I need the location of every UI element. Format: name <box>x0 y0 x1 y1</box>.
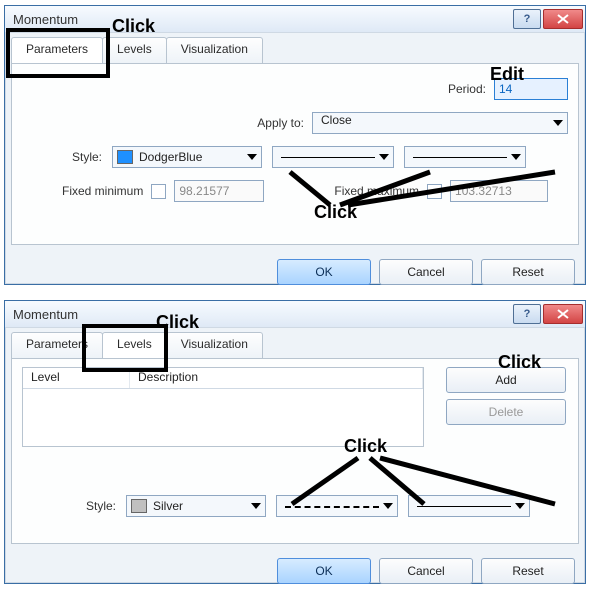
period-label: Period: <box>448 82 486 96</box>
close-button[interactable] <box>543 304 583 324</box>
style-line-dash-select[interactable] <box>276 495 398 517</box>
fixed-min-label: Fixed minimum <box>62 184 143 198</box>
chevron-down-icon <box>515 503 525 509</box>
reset-button[interactable]: Reset <box>481 558 575 584</box>
tab-strip: Parameters Levels Visualization <box>5 33 585 63</box>
line-width-icon <box>413 157 507 158</box>
tab-visualization[interactable]: Visualization <box>166 332 263 358</box>
chevron-down-icon <box>383 503 393 509</box>
fixed-min-input[interactable] <box>174 180 264 202</box>
style-line-dash-select[interactable] <box>272 146 394 168</box>
reset-button[interactable]: Reset <box>481 259 575 285</box>
chevron-down-icon <box>511 154 521 160</box>
line-width-icon <box>417 506 511 507</box>
tab-strip: Parameters Levels Visualization <box>5 328 585 358</box>
dialog-title: Momentum <box>13 12 78 27</box>
titlebar[interactable]: Momentum ? <box>5 6 585 33</box>
tab-parameters[interactable]: Parameters <box>11 332 103 358</box>
style-color-select[interactable]: Silver <box>126 495 266 517</box>
dialog-title: Momentum <box>13 307 78 322</box>
chevron-down-icon <box>553 120 563 126</box>
fixed-min-checkbox[interactable] <box>151 184 166 199</box>
style-label: Style: <box>72 150 102 164</box>
color-swatch-icon <box>131 499 147 513</box>
fixed-max-label: Fixed maximum <box>334 184 419 198</box>
apply-to-label: Apply to: <box>257 116 304 130</box>
chevron-down-icon <box>251 503 261 509</box>
style-color-select[interactable]: DodgerBlue <box>112 146 262 168</box>
close-button[interactable] <box>543 9 583 29</box>
period-input[interactable] <box>494 78 568 100</box>
tab-parameters[interactable]: Parameters <box>11 37 103 63</box>
color-swatch-icon <box>117 150 133 164</box>
col-description: Description <box>130 368 423 388</box>
fixed-max-input[interactable] <box>450 180 548 202</box>
style-color-name: DodgerBlue <box>139 150 202 164</box>
cancel-button[interactable]: Cancel <box>379 259 473 285</box>
window-buttons: ? <box>513 9 583 29</box>
cancel-button[interactable]: Cancel <box>379 558 473 584</box>
apply-to-select[interactable]: Close <box>312 112 568 134</box>
dialog-buttons: OK Cancel Reset <box>5 550 585 592</box>
ok-button[interactable]: OK <box>277 558 371 584</box>
ok-button[interactable]: OK <box>277 259 371 285</box>
help-button[interactable]: ? <box>513 9 541 29</box>
levels-table-header: Level Description <box>23 368 423 389</box>
window-buttons: ? <box>513 304 583 324</box>
chevron-down-icon <box>379 154 389 160</box>
style-label: Style: <box>86 499 116 513</box>
delete-button[interactable]: Delete <box>446 399 566 425</box>
line-style-icon <box>285 506 379 508</box>
style-line-width-select[interactable] <box>404 146 526 168</box>
add-button[interactable]: Add <box>446 367 566 393</box>
levels-table[interactable]: Level Description <box>22 367 424 447</box>
help-button[interactable]: ? <box>513 304 541 324</box>
dialog-parameters: Momentum ? Parameters Levels Visualizati… <box>4 5 586 285</box>
style-line-width-select[interactable] <box>408 495 530 517</box>
dialog-buttons: OK Cancel Reset <box>5 251 585 293</box>
col-level: Level <box>23 368 130 388</box>
style-color-name: Silver <box>153 499 183 513</box>
levels-side-buttons: Add Delete <box>446 367 564 425</box>
tab-visualization[interactable]: Visualization <box>166 37 263 63</box>
tab-levels[interactable]: Levels <box>102 37 167 63</box>
line-style-icon <box>281 157 375 158</box>
chevron-down-icon <box>247 154 257 160</box>
dialog-levels: Momentum ? Parameters Levels Visualizati… <box>4 300 586 584</box>
tab-pane-parameters: Period: Apply to: Close Style: DodgerBlu… <box>11 63 579 245</box>
tab-levels[interactable]: Levels <box>102 332 167 358</box>
apply-to-value: Close <box>317 113 352 127</box>
titlebar[interactable]: Momentum ? <box>5 301 585 328</box>
tab-pane-levels: Level Description Add Delete Style: Silv… <box>11 358 579 544</box>
fixed-max-checkbox[interactable] <box>427 184 442 199</box>
